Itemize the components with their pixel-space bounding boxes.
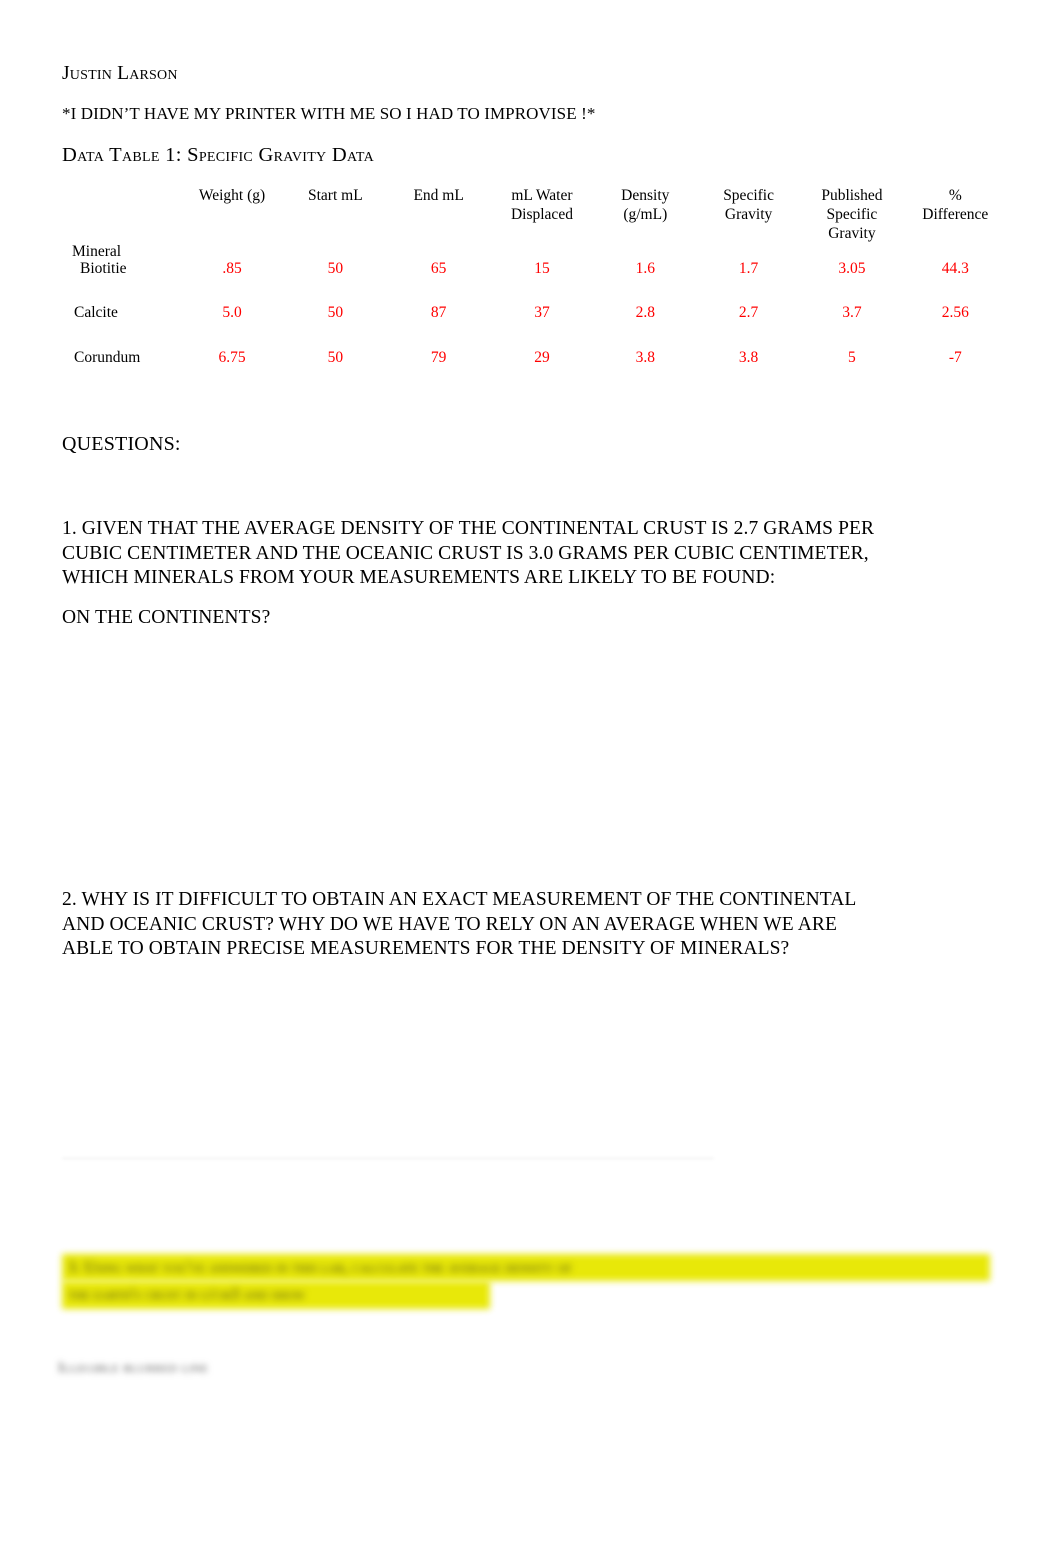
column-header-published-specific-gravity: Published Specific Gravity bbox=[800, 186, 903, 248]
question-1-subquestion: ON THE CONTINENTS? bbox=[62, 607, 271, 628]
cell-published-specific-gravity: 3.05 bbox=[838, 259, 866, 277]
column-header-line: Specific bbox=[723, 187, 774, 204]
questions-heading: QUESTIONS: bbox=[62, 433, 181, 455]
column-header-line: Difference bbox=[922, 206, 989, 224]
cell-start-ml: 50 bbox=[327, 304, 344, 322]
column-header-line: Displaced bbox=[510, 206, 573, 224]
column-header-percent-difference: % Difference bbox=[904, 186, 1007, 248]
cell-end-ml: 87 bbox=[430, 304, 447, 322]
column-header-line: Density bbox=[621, 187, 670, 204]
table-row-spacer bbox=[62, 323, 1007, 349]
cell-specific-gravity: 2.7 bbox=[738, 304, 759, 322]
specific-gravity-table: Weight (g) Start mL End mL mL Water Disp… bbox=[62, 186, 1007, 367]
column-header-line: Specific bbox=[826, 206, 878, 224]
cell-water-displaced: 29 bbox=[534, 348, 550, 366]
table-row: Biotitie .85 50 65 15 1.6 1.7 3.05 44.3 bbox=[62, 260, 1007, 279]
column-header-line: (g/mL) bbox=[623, 206, 668, 224]
cell-published-specific-gravity: 3.7 bbox=[842, 304, 862, 322]
table-row-spacer bbox=[62, 278, 1007, 304]
column-header-start-ml: Start mL bbox=[284, 186, 387, 248]
column-header-end-ml: End mL bbox=[387, 186, 490, 248]
column-header-line: Published bbox=[821, 187, 883, 204]
cell-published-specific-gravity: 5 bbox=[848, 348, 856, 366]
cell-percent-difference: 2.56 bbox=[941, 304, 969, 322]
cell-density: 2.8 bbox=[635, 304, 655, 322]
highlighted-blurred-text: 3. Using what you've answered in this la… bbox=[68, 1259, 572, 1303]
column-header-line: End mL bbox=[413, 187, 464, 204]
column-header-weight: Weight (g) bbox=[180, 186, 283, 248]
row-mineral-name: Calcite bbox=[74, 304, 118, 322]
table-header-row: Weight (g) Start mL End mL mL Water Disp… bbox=[62, 186, 1007, 248]
cell-start-ml: 50 bbox=[327, 259, 344, 277]
highlighted-blurred-question: 3. Using what you've answered in this la… bbox=[62, 1252, 992, 1314]
column-header-specific-gravity: Specific Gravity bbox=[697, 186, 800, 248]
faint-horizontal-rule bbox=[62, 1157, 714, 1160]
table-row-group-label: Mineral bbox=[72, 243, 122, 260]
cell-percent-difference: 44.3 bbox=[941, 259, 969, 277]
table-row: Calcite 5.0 50 87 37 2.8 2.7 3.7 2.56 bbox=[62, 304, 1007, 323]
column-header-density: Density (g/mL) bbox=[594, 186, 697, 248]
table-corner-header bbox=[62, 186, 180, 248]
column-header-line: mL Water bbox=[511, 187, 573, 204]
column-header-line: % bbox=[948, 187, 962, 204]
column-header-line: Gravity bbox=[724, 206, 773, 224]
row-mineral-name: Biotitie bbox=[80, 259, 127, 277]
column-header-line: Weight (g) bbox=[198, 187, 266, 204]
cell-specific-gravity: 1.7 bbox=[738, 259, 759, 277]
cell-start-ml: 50 bbox=[327, 348, 344, 366]
document-page: Justin Larson *I DIDN’T HAVE MY PRINTER … bbox=[0, 0, 1062, 1561]
cell-specific-gravity: 3.8 bbox=[738, 348, 759, 366]
row-mineral-name: Corundum bbox=[74, 348, 141, 366]
column-header-line: Gravity bbox=[828, 225, 876, 243]
cell-weight: 5.0 bbox=[222, 304, 242, 322]
cell-water-displaced: 37 bbox=[534, 304, 550, 322]
cell-percent-difference: -7 bbox=[948, 348, 962, 366]
table-header-gap bbox=[62, 248, 1007, 260]
author-note: *I DIDN’T HAVE MY PRINTER WITH ME SO I H… bbox=[62, 104, 596, 123]
author-name: Justin Larson bbox=[62, 63, 178, 84]
table-row: Corundum 6.75 50 79 29 3.8 3.8 5 -7 bbox=[62, 349, 1007, 368]
question-1-text: 1. GIVEN THAT THE AVERAGE DENSITY OF THE… bbox=[62, 518, 875, 589]
cell-weight: .85 bbox=[222, 259, 242, 277]
cell-water-displaced: 15 bbox=[534, 259, 550, 277]
column-header-line: Start mL bbox=[308, 187, 363, 204]
cell-density: 1.6 bbox=[635, 259, 655, 277]
column-header-water-displaced: mL Water Displaced bbox=[490, 186, 593, 248]
data-table-title: Data Table 1: Specific Gravity Data bbox=[62, 144, 374, 166]
cell-end-ml: 65 bbox=[430, 259, 447, 277]
cell-end-ml: 79 bbox=[430, 348, 447, 366]
question-2-text: 2. WHY IS IT DIFFICULT TO OBTAIN AN EXAC… bbox=[62, 889, 857, 960]
cell-density: 3.8 bbox=[635, 348, 655, 366]
bottom-blurred-text: Illegible blurred line bbox=[58, 1360, 209, 1376]
cell-weight: 6.75 bbox=[218, 348, 246, 366]
